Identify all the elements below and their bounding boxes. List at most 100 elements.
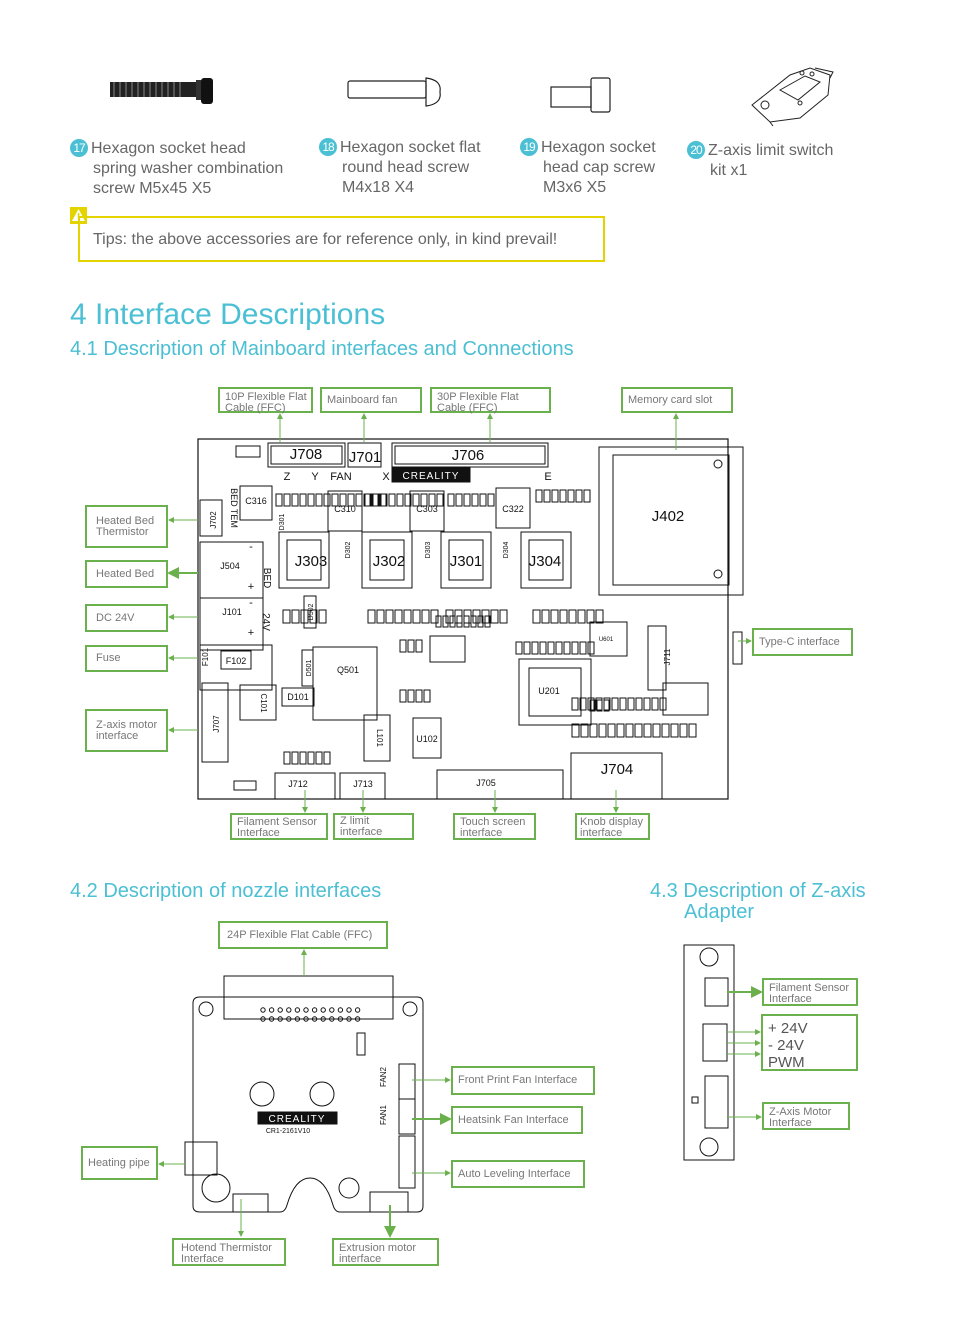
smd-component	[463, 615, 470, 628]
connector-pin	[320, 1007, 326, 1013]
smd-component	[579, 641, 587, 655]
svg-text:D302: D302	[345, 542, 352, 559]
z-adapter-diagram	[683, 944, 735, 1161]
svg-text:BED TEM: BED TEM	[229, 488, 239, 528]
z-adapter-heading: 4.3 Description of Z-axis Adapter	[650, 880, 866, 923]
svg-text:J702: J702	[209, 511, 218, 529]
svg-text:J701: J701	[349, 449, 382, 466]
accessory-spec: M3x6 X5	[543, 179, 607, 196]
smd-component	[541, 609, 550, 624]
smd-component	[447, 493, 455, 507]
svg-text:D304: D304	[503, 542, 510, 559]
accessory-name-line: head cap screw	[543, 159, 656, 176]
smd-component	[568, 609, 577, 624]
smd-component	[282, 609, 291, 624]
svg-text:C101: C101	[259, 693, 268, 713]
smd-component	[598, 723, 607, 738]
smd-component	[436, 493, 444, 507]
smd-component	[571, 697, 579, 711]
svg-text:-: -	[249, 541, 253, 553]
connector-pin	[294, 1007, 301, 1013]
label-z-limit: Z limit interface	[333, 813, 414, 840]
smd-component	[456, 615, 463, 628]
svg-text:FAN: FAN	[330, 471, 351, 483]
label-power-pwm: + 24V - 24V PWM	[761, 1014, 858, 1071]
mainboard-diagram	[197, 438, 744, 800]
smd-component	[627, 697, 635, 711]
svg-text:D301: D301	[279, 514, 286, 531]
smd-component	[399, 689, 407, 703]
smd-component	[611, 697, 619, 711]
smd-component	[559, 609, 568, 624]
smd-component	[415, 639, 423, 653]
smd-component	[603, 699, 610, 712]
smd-component	[463, 493, 471, 507]
svg-text:J713: J713	[353, 779, 373, 789]
label-heated-bed-thermistor: Heated Bed Thermistor	[85, 505, 168, 548]
smd-component	[571, 641, 579, 655]
svg-text:24V: 24V	[260, 613, 271, 631]
smd-component	[307, 493, 315, 507]
smd-component	[634, 723, 643, 738]
smd-component	[543, 489, 551, 503]
smd-component	[323, 493, 331, 507]
svg-text:J304: J304	[529, 553, 562, 570]
smd-component	[385, 609, 394, 624]
svg-text:Y: Y	[311, 471, 319, 483]
svg-text:C310: C310	[334, 504, 356, 514]
smd-component	[388, 493, 396, 507]
connector-pin	[277, 1007, 283, 1013]
svg-text:-: -	[249, 597, 253, 609]
smd-component	[586, 609, 595, 624]
hex-socket-washer-screw-image	[110, 78, 213, 104]
smd-component	[531, 641, 539, 655]
label-filament-sensor: Filament Sensor Interface	[230, 813, 328, 840]
accessory-name-line: round head screw	[342, 159, 470, 176]
connector-pin	[286, 1007, 292, 1013]
smd-component	[563, 641, 571, 655]
smd-component	[403, 609, 412, 624]
smd-component	[523, 641, 531, 655]
smd-component	[555, 641, 563, 655]
label-extrusion-motor: Extrusion motor interface	[332, 1238, 439, 1266]
smd-component	[291, 493, 299, 507]
svg-text:J704: J704	[601, 761, 634, 778]
label-dc-24v: DC 24V	[85, 604, 168, 632]
smd-component	[577, 609, 586, 624]
svg-text:J504: J504	[220, 561, 240, 571]
smd-component	[619, 697, 627, 711]
smd-component	[299, 493, 307, 507]
nozzle-silkscreen: CREALITY CR1-2161V10 FAN2 FAN1	[266, 1066, 388, 1135]
smd-component	[423, 689, 431, 703]
smd-component	[376, 609, 385, 624]
label-front-print-fan: Front Print Fan Interface	[451, 1066, 595, 1095]
connector-pin	[329, 1007, 335, 1013]
smd-component	[595, 609, 604, 624]
svg-text:+: +	[248, 627, 254, 639]
label-z-filament-sensor: Filament Sensor Interface	[762, 978, 858, 1006]
smd-component	[652, 723, 661, 738]
label-heatsink-fan: Heatsink Fan Interface	[451, 1106, 583, 1134]
accessory-spec: kit x1	[710, 162, 748, 179]
number-badge: 19	[520, 138, 538, 156]
smd-component	[589, 723, 598, 738]
smd-component	[471, 493, 479, 507]
smd-component	[455, 493, 463, 507]
label-auto-leveling: Auto Leveling Interface	[451, 1160, 585, 1188]
tips-box: Tips: the above accessories are for refe…	[78, 216, 605, 262]
smd-component	[499, 609, 508, 624]
svg-text:FAN2: FAN2	[379, 1066, 388, 1087]
smd-component	[407, 689, 415, 703]
smd-component	[551, 489, 559, 503]
smd-component	[550, 609, 559, 624]
connector-pin	[346, 1007, 352, 1013]
smd-component	[670, 723, 679, 738]
svg-text:J706: J706	[452, 447, 485, 464]
smd-component	[396, 493, 404, 507]
smd-component	[607, 723, 616, 738]
smd-component	[283, 751, 291, 765]
label-mainboard-fan: Mainboard fan	[320, 387, 422, 413]
smd-component	[580, 723, 589, 738]
svg-text:U102: U102	[416, 734, 438, 744]
accessory-name-line: spring washer combination	[93, 160, 284, 177]
